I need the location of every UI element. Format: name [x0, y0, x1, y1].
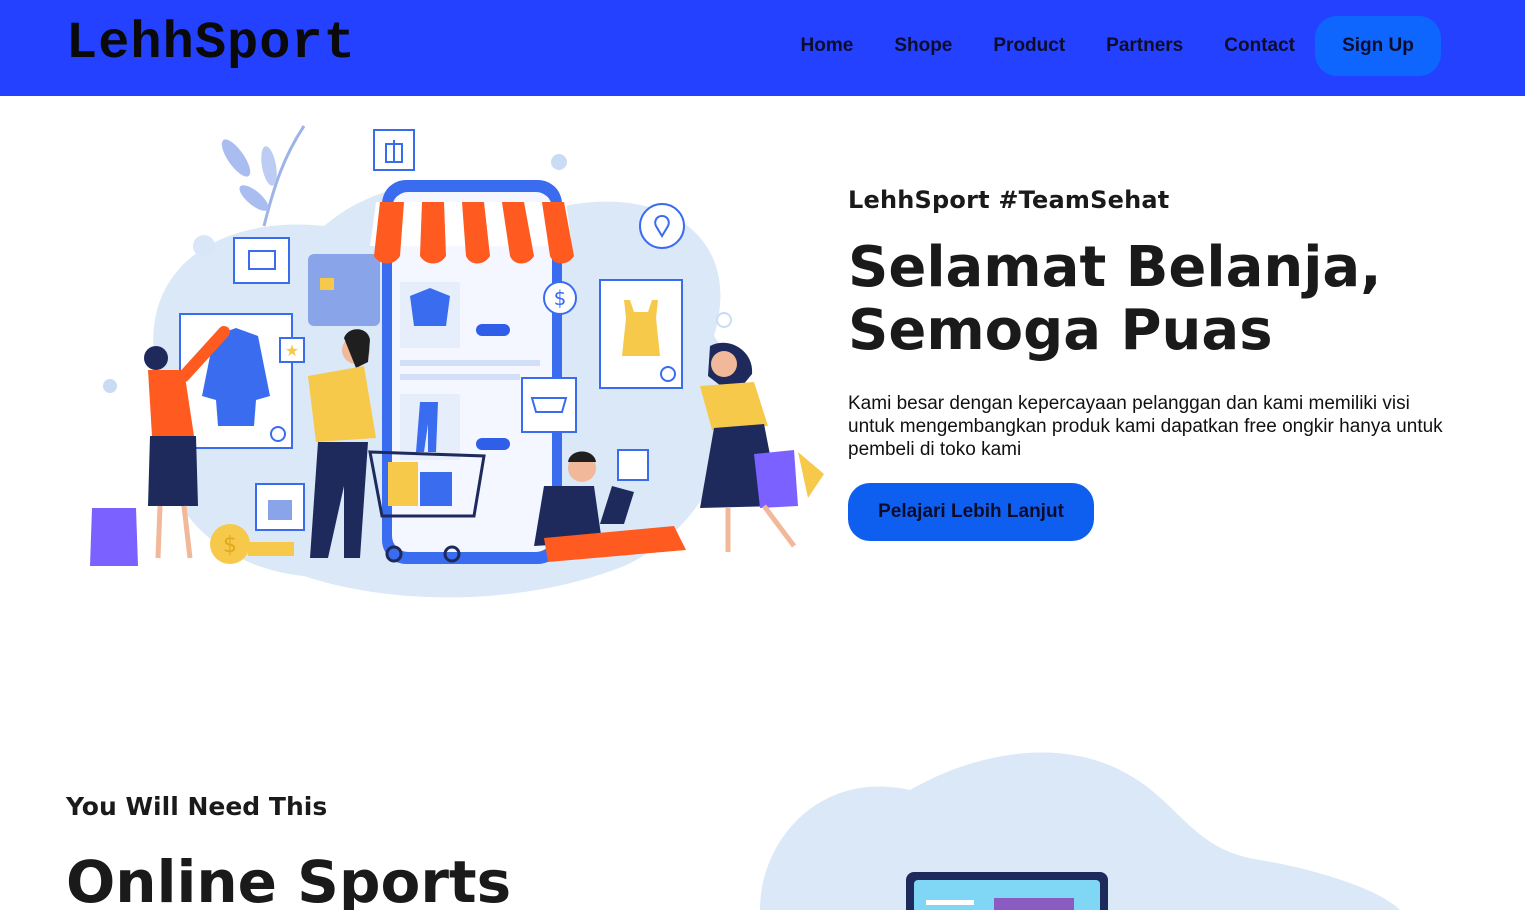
- laptop-icon: [906, 872, 1108, 910]
- hero-section: LehhSport #TeamSehat Selamat Belanja, Se…: [848, 186, 1468, 541]
- section-tagline: You Will Need This: [66, 792, 328, 821]
- credit-card-icon: [308, 254, 380, 326]
- tank-top-card: [599, 279, 683, 389]
- wallet-icon: [233, 237, 290, 284]
- gift-icon: [373, 129, 415, 171]
- location-pin-icon: [639, 203, 685, 249]
- nav-link-shope[interactable]: Shope: [894, 35, 952, 57]
- section-illustration: [760, 752, 1400, 910]
- svg-text:★: ★: [285, 341, 299, 360]
- nav-link-product[interactable]: Product: [993, 35, 1065, 57]
- svg-text:$: $: [554, 286, 567, 310]
- nav-link-partners[interactable]: Partners: [1106, 35, 1183, 57]
- svg-text:$: $: [223, 533, 237, 558]
- nav-links: Home Shope Product Partners Contact Sign…: [760, 16, 1441, 76]
- shopping-bag: [90, 508, 138, 566]
- hero-headline-line1: Selamat Belanja,: [848, 235, 1382, 300]
- shirt-card: [179, 313, 293, 449]
- star-icon: ★: [279, 337, 305, 363]
- cart-card-icon: [521, 377, 577, 433]
- nav-link-contact[interactable]: Contact: [1224, 35, 1295, 57]
- plant-icon: [221, 125, 306, 227]
- nav-link-home[interactable]: Home: [801, 35, 854, 57]
- dollar-icon: $: [543, 281, 577, 315]
- section-title: Online Sports: [66, 848, 512, 910]
- hero-headline: Selamat Belanja, Semoga Puas: [848, 236, 1468, 362]
- brand-logo[interactable]: LehhSport: [66, 14, 356, 73]
- woman-shopper-right: [700, 342, 824, 552]
- like-icon: [617, 449, 649, 481]
- hero-illustration: $ ★ $: [90, 125, 824, 598]
- signup-button[interactable]: Sign Up: [1315, 16, 1441, 76]
- navbar: LehhSport Home Shope Product Partners Co…: [0, 0, 1525, 96]
- hero-tagline: LehhSport #TeamSehat: [848, 186, 1170, 214]
- hero-headline-line2: Semoga Puas: [848, 298, 1273, 363]
- hero-description: Kami besar dengan kepercayaan pelanggan …: [848, 393, 1443, 460]
- bag-lock-icon: [255, 483, 305, 531]
- learn-more-button[interactable]: Pelajari Lebih Lanjut: [848, 483, 1094, 541]
